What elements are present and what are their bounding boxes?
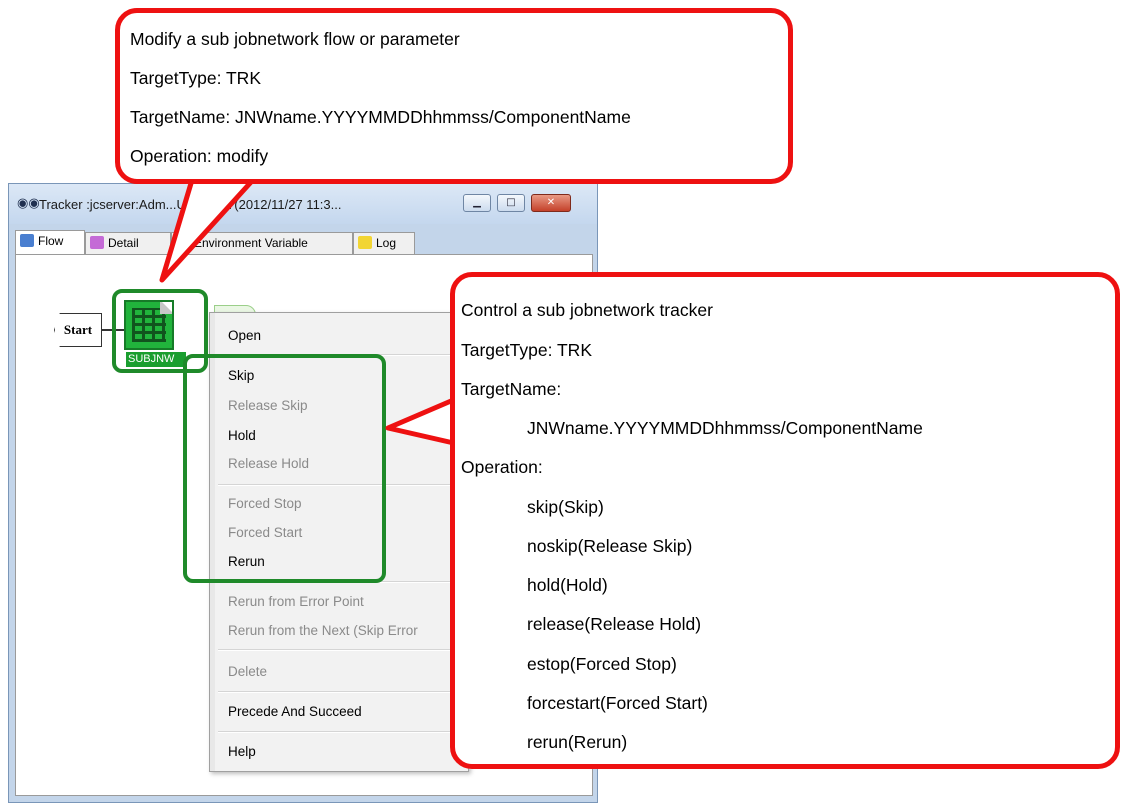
right-callout-line: forcestart(Forced Start) (527, 693, 708, 713)
right-callout-line: JNWname.YYYYMMDDhhmmss/ComponentName (527, 418, 923, 438)
right-callout-line: noskip(Release Skip) (527, 536, 693, 556)
right-callout-line: hold(Hold) (527, 575, 608, 595)
top-callout-line: Modify a sub jobnetwork flow or paramete… (130, 29, 460, 49)
right-callout-line: rerun(Rerun) (527, 732, 628, 752)
right-callout-tail (385, 395, 461, 447)
right-callout-line: Control a sub jobnetwork tracker (461, 300, 713, 320)
right-callout: Control a sub jobnetwork tracker TargetT… (450, 272, 1120, 769)
right-callout-line: TargetName: (461, 379, 562, 399)
right-callout-line: skip(Skip) (527, 497, 604, 517)
top-callout-line: TargetName: JNWname.YYYYMMDDhhmmss/Compo… (130, 107, 631, 127)
right-callout-line: TargetType: TRK (461, 340, 592, 360)
top-callout-line: Operation: modify (130, 146, 269, 166)
right-callout-line: release(Release Hold) (527, 614, 702, 634)
right-callout-line: estop(Forced Stop) (527, 654, 677, 674)
right-callout-line: Operation: (461, 457, 543, 477)
top-callout: Modify a sub jobnetwork flow or paramete… (115, 8, 793, 184)
top-callout-line: TargetType: TRK (130, 68, 261, 88)
top-callout-tail (159, 167, 265, 283)
